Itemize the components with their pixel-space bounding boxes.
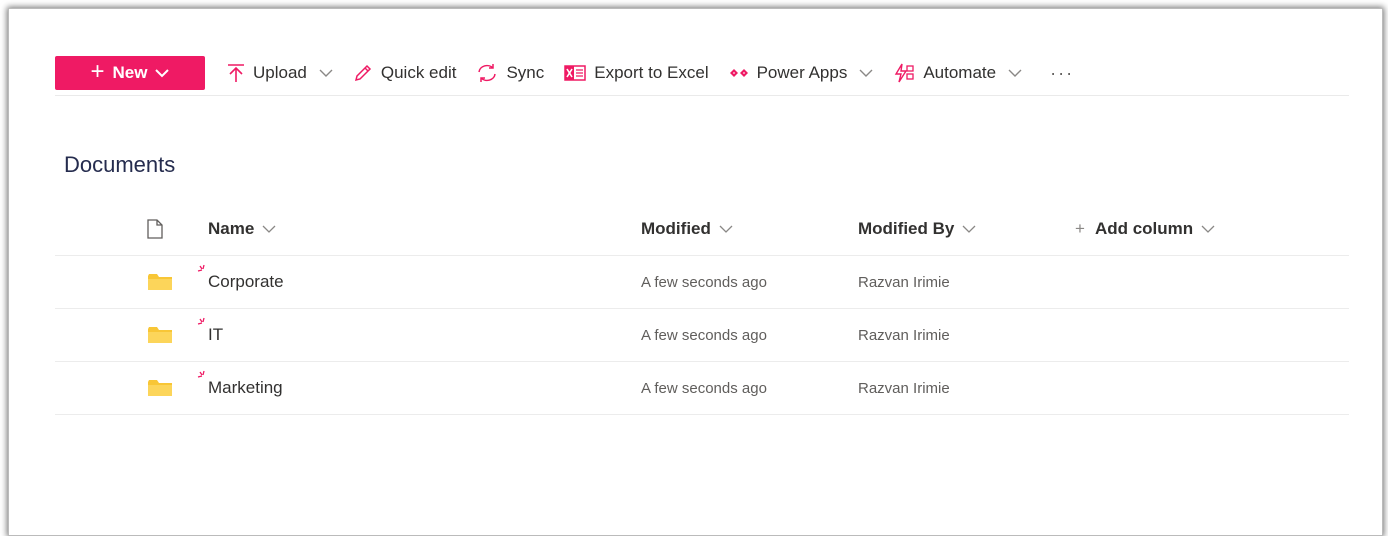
excel-icon <box>564 65 587 81</box>
modified-by-value[interactable]: Razvan Irimie <box>858 256 950 308</box>
chevron-down-icon <box>1008 69 1022 77</box>
new-item-sparkle-icon <box>197 370 205 378</box>
export-to-excel-button[interactable]: Export to Excel <box>564 63 709 83</box>
add-column-button[interactable]: + Add column <box>1075 203 1215 255</box>
chevron-down-icon <box>155 69 170 78</box>
folder-icon <box>147 256 173 308</box>
sync-icon <box>478 64 497 82</box>
add-column-plus-icon: + <box>1075 219 1085 238</box>
modified-column-header[interactable]: Modified <box>641 203 733 255</box>
sync-label: Sync <box>506 63 545 82</box>
plus-icon: + <box>90 58 105 85</box>
file-type-header[interactable] <box>147 203 163 255</box>
power-apps-icon <box>729 69 748 77</box>
power-apps-button[interactable]: Power Apps <box>729 63 874 83</box>
file-name-link[interactable]: Corporate <box>208 272 284 291</box>
automate-button[interactable]: Automate <box>893 63 1022 83</box>
modified-by-value[interactable]: Razvan Irimie <box>858 309 950 361</box>
more-options-button[interactable]: ··· <box>1050 63 1074 84</box>
modified-value: A few seconds ago <box>641 326 767 344</box>
chevron-down-icon <box>859 69 873 77</box>
upload-button[interactable]: Upload <box>227 63 333 83</box>
folder-icon <box>147 362 173 414</box>
new-button[interactable]: + New <box>55 56 205 90</box>
file-name-link[interactable]: Marketing <box>208 378 283 397</box>
modified-value: A few seconds ago <box>641 379 767 397</box>
modified-by-value[interactable]: Razvan Irimie <box>858 362 950 414</box>
modified-value: A few seconds ago <box>641 273 767 291</box>
automate-label: Automate <box>923 63 997 82</box>
documents-list: Name Modified Modified By + Add column C… <box>55 203 1349 415</box>
new-item-sparkle-icon <box>197 264 205 272</box>
list-header: Name Modified Modified By + Add column <box>55 203 1349 256</box>
upload-label: Upload <box>253 63 307 82</box>
table-row[interactable]: Corporate A few seconds ago Razvan Irimi… <box>55 256 1349 309</box>
modified-header-label: Modified <box>641 219 711 238</box>
folder-icon <box>147 309 173 361</box>
power-apps-label: Power Apps <box>756 63 848 82</box>
document-library-window: + New Upload Quick edit Sync Export to E… <box>8 8 1383 536</box>
page-title: Documents <box>64 152 176 177</box>
modified-by-header-label: Modified By <box>858 219 955 238</box>
name-column-header[interactable]: Name <box>208 203 276 255</box>
chevron-down-icon <box>719 225 733 233</box>
chevron-down-icon <box>262 225 276 233</box>
document-icon <box>147 219 163 239</box>
sync-button[interactable]: Sync <box>476 63 544 83</box>
add-column-label: Add column <box>1094 219 1194 238</box>
automate-icon <box>895 63 914 83</box>
pencil-icon <box>354 64 371 82</box>
upload-icon <box>228 64 244 82</box>
table-row[interactable]: Marketing A few seconds ago Razvan Irimi… <box>55 362 1349 415</box>
table-row[interactable]: IT A few seconds ago Razvan Irimie <box>55 309 1349 362</box>
export-to-excel-label: Export to Excel <box>594 63 709 82</box>
new-button-label: New <box>112 63 148 82</box>
new-item-sparkle-icon <box>197 317 205 325</box>
chevron-down-icon <box>962 225 976 233</box>
chevron-down-icon <box>319 69 333 77</box>
chevron-down-icon <box>1201 225 1215 233</box>
quick-edit-button[interactable]: Quick edit <box>353 63 457 83</box>
file-name-link[interactable]: IT <box>208 325 223 344</box>
name-header-label: Name <box>208 219 255 238</box>
command-bar: + New Upload Quick edit Sync Export to E… <box>55 51 1349 96</box>
quick-edit-label: Quick edit <box>380 63 457 82</box>
modified-by-column-header[interactable]: Modified By <box>858 203 976 255</box>
